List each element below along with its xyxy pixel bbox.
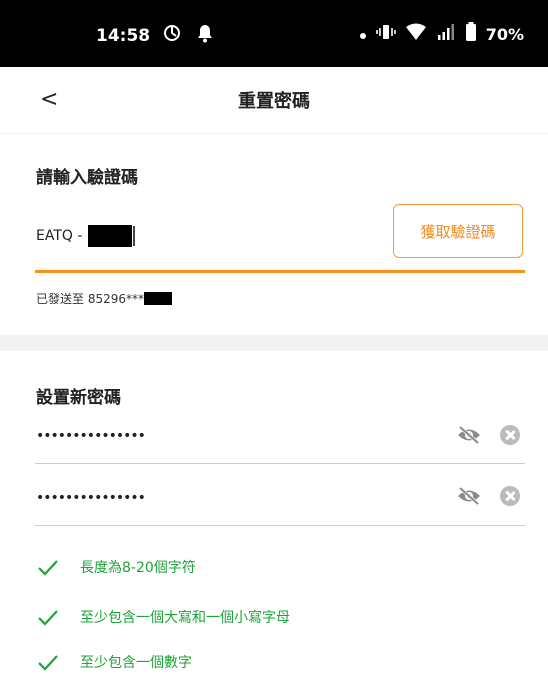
app-header: < 重置密碼 xyxy=(0,67,548,134)
vibrate-icon xyxy=(375,23,396,45)
notification-bell-icon xyxy=(194,22,216,49)
rule-label: 長度為8-20個字符 xyxy=(80,560,196,576)
verification-code-input[interactable]: EATQ - xyxy=(36,225,136,247)
sent-to-label: 已發送至 85296*** xyxy=(36,292,144,306)
status-bar-right: 70% xyxy=(359,22,524,46)
password-section-title: 設置新密碼 xyxy=(36,388,121,408)
wifi-icon xyxy=(405,23,427,45)
sent-to-info: 已發送至 85296*** xyxy=(36,290,172,307)
password-rule-item: 長度為8-20個字符 xyxy=(36,557,196,577)
section-divider xyxy=(0,335,548,351)
status-bar: 14:58 70% xyxy=(0,0,548,67)
text-cursor xyxy=(133,226,136,246)
rule-label: 至少包含一個數字 xyxy=(80,655,192,671)
confirm-password-underline xyxy=(35,525,525,526)
clear-new-password-icon[interactable] xyxy=(500,425,520,445)
confirm-password-input[interactable]: ••••••••••••••• xyxy=(36,480,524,520)
hide-password-eye-icon[interactable] xyxy=(456,425,482,445)
code-input-underline xyxy=(35,270,525,273)
status-time: 14:58 xyxy=(96,25,151,46)
code-prefix: EATQ - xyxy=(36,228,83,244)
dot-icon xyxy=(359,25,367,44)
new-password-input[interactable]: ••••••••••••••• xyxy=(36,418,524,458)
check-icon xyxy=(36,652,60,672)
rule-label: 至少包含一個大寫和一個小寫字母 xyxy=(80,610,290,626)
sync-icon xyxy=(162,23,182,48)
signal-icon xyxy=(436,23,456,45)
page-title: 重置密碼 xyxy=(238,91,310,112)
redacted-phone xyxy=(144,292,172,305)
password-rule-item: 至少包含一個數字 xyxy=(36,652,192,672)
hide-confirm-password-eye-icon[interactable] xyxy=(456,486,482,506)
confirm-password-value: ••••••••••••••• xyxy=(36,490,146,506)
get-code-button[interactable]: 獲取驗證碼 xyxy=(393,204,523,258)
new-password-value: ••••••••••••••• xyxy=(36,428,146,444)
new-password-underline xyxy=(35,463,525,464)
battery-percent: 70% xyxy=(485,24,524,44)
check-icon xyxy=(36,557,60,577)
clear-confirm-password-icon[interactable] xyxy=(500,486,520,506)
verify-section-title: 請輸入驗證碼 xyxy=(36,168,138,188)
check-icon xyxy=(36,607,60,627)
redacted-code xyxy=(88,225,133,247)
password-rule-item: 至少包含一個大寫和一個小寫字母 xyxy=(36,607,290,627)
battery-icon xyxy=(465,22,477,46)
status-bar-left: 14:58 xyxy=(96,22,216,49)
